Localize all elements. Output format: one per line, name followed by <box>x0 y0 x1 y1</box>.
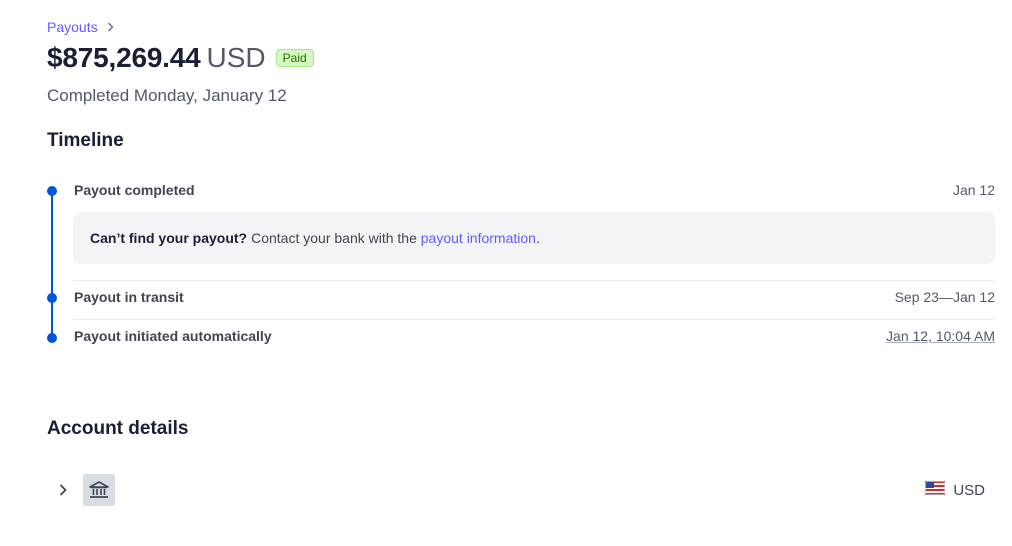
us-flag-icon <box>925 481 946 499</box>
missing-payout-callout: Can’t find your payout? Contact your ban… <box>73 212 995 264</box>
completion-date: Completed Monday, January 12 <box>47 86 287 105</box>
breadcrumb: Payouts <box>47 19 116 35</box>
status-badge: Paid <box>275 49 314 67</box>
breadcrumb-payouts-link[interactable]: Payouts <box>47 19 98 35</box>
divider <box>73 280 995 281</box>
callout-heading: Can’t find your payout? <box>90 230 248 246</box>
timeline-event-transit: Payout in transit Sep 23—Jan 12 <box>74 289 995 305</box>
timeline-dot-initiated <box>47 333 57 343</box>
payout-currency: USD <box>206 42 266 73</box>
event-label: Payout in transit <box>74 289 184 305</box>
timeline-title: Timeline <box>47 130 124 151</box>
payout-information-link[interactable]: payout information <box>421 230 536 246</box>
payout-amount-header: $875,269.44 USD Paid <box>47 42 314 74</box>
timeline-line <box>51 191 53 338</box>
account-currency: USD <box>925 481 985 499</box>
chevron-right-icon[interactable] <box>55 482 71 498</box>
timeline-dot-completed <box>47 186 57 196</box>
chevron-right-icon <box>106 20 116 35</box>
payout-amount: $875,269.44 <box>47 42 201 73</box>
event-date: Jan 12 <box>952 182 995 198</box>
event-label: Payout completed <box>74 182 195 198</box>
event-timestamp-link[interactable]: Jan 12, 10:04 AM <box>886 328 995 344</box>
currency-label: USD <box>953 481 985 499</box>
bank-account-row[interactable]: USD <box>55 473 985 507</box>
timeline-event-completed: Payout completed Jan 12 <box>74 182 995 198</box>
account-details-title: Account details <box>47 418 189 439</box>
callout-text: Contact your bank with the <box>251 230 417 246</box>
timeline-dot-transit <box>47 293 57 303</box>
event-label: Payout initiated automatically <box>74 328 272 344</box>
event-date: Sep 23—Jan 12 <box>894 289 995 305</box>
callout-end: . <box>535 230 540 246</box>
timeline-event-initiated: Payout initiated automatically Jan 12, 1… <box>74 328 995 344</box>
payout-detail-page: Payouts $875,269.44 USD Paid Completed M… <box>0 0 1012 546</box>
bank-icon <box>83 474 115 506</box>
divider <box>73 319 995 320</box>
